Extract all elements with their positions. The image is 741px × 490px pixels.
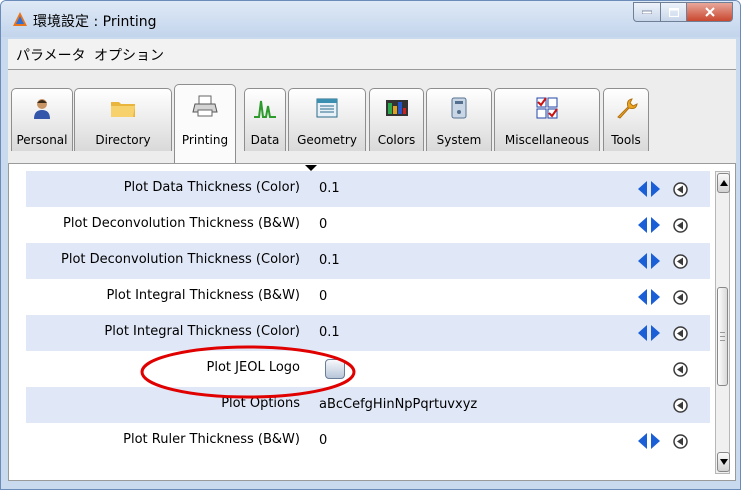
vertical-scrollbar[interactable] (715, 171, 730, 474)
tab-data[interactable]: Data (244, 88, 286, 151)
minimize-icon (642, 10, 652, 14)
tab-system[interactable]: System (426, 88, 492, 151)
spinner-arrows-icon[interactable] (638, 253, 660, 269)
spinner-arrows-icon[interactable] (638, 433, 660, 449)
preferences-window: 環境設定 : Printing パラメータ オプション Personal Dir… (0, 0, 741, 490)
setting-row-plot-integral-thickness-color: Plot Integral Thickness (Color) 0.1 (26, 315, 710, 351)
wrench-icon (617, 98, 638, 119)
maximize-button[interactable] (661, 2, 687, 22)
scrollbar-thumb[interactable] (717, 287, 728, 386)
tab-colors[interactable]: Colors (369, 88, 424, 151)
scroll-down-button[interactable] (717, 452, 730, 472)
chevron-up-icon (719, 180, 728, 186)
reset-arrow-icon[interactable] (673, 362, 688, 377)
printer-icon (192, 95, 218, 117)
reset-arrow-icon[interactable] (673, 254, 688, 269)
tab-geometry[interactable]: Geometry (288, 88, 366, 151)
setting-value[interactable]: aBcCefgHinNpPqrtuvxyz (319, 397, 477, 412)
tab-strip: Personal Directory Printing Data Geometr… (8, 70, 736, 163)
tab-personal[interactable]: Personal (11, 88, 73, 151)
window-title: 環境設定 : Printing (33, 14, 157, 30)
setting-value[interactable]: 0 (319, 217, 327, 232)
settings-list: Plot Data Thickness (Color) 0.1 Plot Dec… (26, 171, 710, 459)
setting-row-plot-data-thickness-color: Plot Data Thickness (Color) 0.1 (26, 171, 710, 207)
person-icon (34, 99, 50, 119)
setting-row-plot-jeol-logo: Plot JEOL Logo (26, 351, 710, 387)
tab-tools[interactable]: Tools (603, 88, 649, 151)
settings-panel: Plot Data Thickness (Color) 0.1 Plot Dec… (8, 163, 736, 481)
reset-arrow-icon[interactable] (673, 434, 688, 449)
setting-row-plot-options: Plot Options aBcCefgHinNpPqrtuvxyz (26, 387, 710, 423)
reset-arrow-icon[interactable] (673, 182, 688, 197)
close-button[interactable] (687, 2, 733, 22)
app-icon (13, 12, 27, 26)
reset-arrow-icon[interactable] (673, 326, 688, 341)
close-icon (704, 7, 715, 17)
setting-value[interactable]: 0.1 (319, 253, 340, 268)
colors-icon (385, 100, 408, 116)
setting-row-plot-ruler-thickness-bw: Plot Ruler Thickness (B&W) 0 (26, 423, 710, 459)
spinner-arrows-icon[interactable] (638, 289, 660, 305)
system-icon (451, 97, 467, 119)
checkbox-grid-icon (536, 97, 558, 119)
tab-directory[interactable]: Directory (74, 88, 172, 151)
window-icon (316, 98, 338, 118)
menu-options[interactable]: オプション (94, 45, 164, 65)
maximize-icon (668, 7, 679, 17)
setting-value[interactable]: 0 (319, 433, 327, 448)
setting-row-plot-deconvolution-thickness-bw: Plot Deconvolution Thickness (B&W) 0 (26, 207, 710, 243)
scroll-up-button[interactable] (717, 173, 730, 193)
reset-arrow-icon[interactable] (673, 398, 688, 413)
setting-row-plot-integral-thickness-bw: Plot Integral Thickness (B&W) 0 (26, 279, 710, 315)
spinner-arrows-icon[interactable] (638, 325, 660, 341)
reset-arrow-icon[interactable] (673, 290, 688, 305)
menu-bar: パラメータ オプション (8, 39, 736, 70)
setting-value[interactable]: 0.1 (319, 181, 340, 196)
tab-miscellaneous[interactable]: Miscellaneous (494, 88, 600, 151)
chevron-down-icon (719, 459, 728, 465)
setting-value[interactable]: 0 (319, 289, 327, 304)
setting-row-plot-deconvolution-thickness-color: Plot Deconvolution Thickness (Color) 0.1 (26, 243, 710, 279)
reset-arrow-icon[interactable] (673, 218, 688, 233)
folder-icon (111, 102, 135, 117)
title-bar: 環境設定 : Printing (1, 1, 740, 37)
spectrum-icon (254, 100, 276, 118)
spinner-arrows-icon[interactable] (638, 181, 660, 197)
menu-parameters[interactable]: パラメータ (16, 45, 86, 65)
tab-printing[interactable]: Printing (174, 84, 236, 163)
minimize-button[interactable] (633, 2, 661, 22)
setting-value[interactable]: 0.1 (319, 325, 340, 340)
jeol-logo-checkbox[interactable] (325, 359, 345, 379)
spinner-arrows-icon[interactable] (638, 217, 660, 233)
